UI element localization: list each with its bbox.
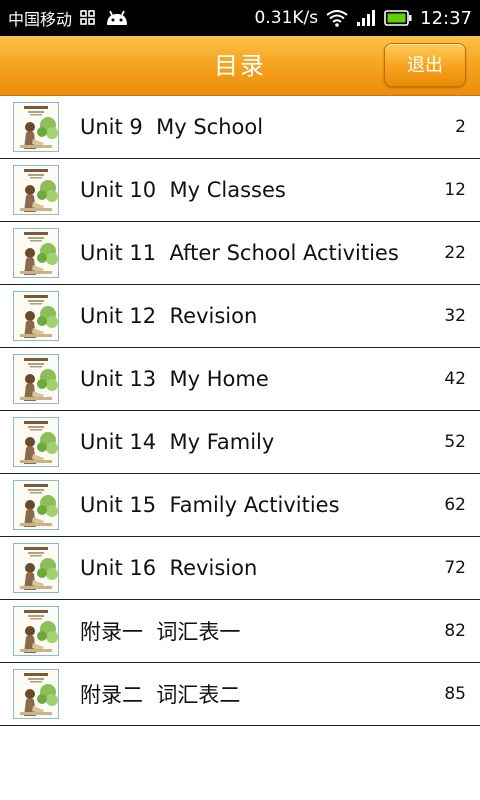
toc-list-item[interactable]: 附录一 词汇表一 82: [0, 600, 480, 663]
toc-item-page-number: 82: [444, 621, 466, 641]
title-bar: 目录 退出: [0, 36, 480, 96]
book-cover-thumbnail: [13, 417, 59, 467]
toc-item-page-number: 42: [444, 369, 466, 389]
signal-icon: [356, 9, 376, 27]
toc-item-title: 附录二 词汇表二: [80, 683, 241, 707]
toc-item-page-number: 22: [444, 243, 466, 263]
carrier-name: 中国移动: [8, 10, 73, 29]
book-cover-thumbnail: [13, 480, 59, 530]
toc-item-page-number: 72: [444, 558, 466, 578]
toc-item-title: 附录一 词汇表一: [80, 620, 241, 644]
exit-button[interactable]: 退出: [384, 43, 466, 87]
toc-item-title: Unit 12 Revision: [80, 304, 258, 328]
toc-item-page-number: 32: [444, 306, 466, 326]
status-bar: 中国移动 0.31K/s 12:37: [0, 0, 480, 36]
book-cover-thumbnail: [13, 354, 59, 404]
toc-item-title: Unit 16 Revision: [80, 556, 258, 580]
toc-item-page-number: 2: [455, 117, 466, 137]
toc-list-item[interactable]: Unit 13 My Home 42: [0, 348, 480, 411]
toc-list-item[interactable]: 附录二 词汇表二 85: [0, 663, 480, 726]
book-cover-thumbnail: [13, 291, 59, 341]
wifi-icon: [326, 9, 348, 27]
book-cover-thumbnail: [13, 669, 59, 719]
toc-list-item[interactable]: Unit 11 After School Activities 22: [0, 222, 480, 285]
clock: 12:37: [420, 7, 472, 29]
network-speed: 0.31K/s: [254, 8, 319, 28]
battery-icon: [384, 10, 412, 26]
toc-item-title: Unit 13 My Home: [80, 367, 269, 391]
book-cover-thumbnail: [13, 228, 59, 278]
toc-item-page-number: 12: [444, 180, 466, 200]
toc-item-title: Unit 9 My School: [80, 115, 264, 139]
toc-item-page-number: 62: [444, 495, 466, 515]
toc-item-page-number: 52: [444, 432, 466, 452]
toc-list-item[interactable]: Unit 12 Revision 32: [0, 285, 480, 348]
toc-item-page-number: 85: [444, 684, 466, 704]
toc-list-item[interactable]: Unit 9 My School 2: [0, 96, 480, 159]
book-cover-thumbnail: [13, 606, 59, 656]
toc-list: Unit 9 My School 2 Unit 10 My Classes 12: [0, 96, 480, 726]
toc-list-item[interactable]: Unit 16 Revision 72: [0, 537, 480, 600]
gallery-icon: [80, 10, 96, 26]
toc-item-title: Unit 14 My Family: [80, 430, 275, 454]
toc-list-item[interactable]: Unit 14 My Family 52: [0, 411, 480, 474]
book-cover-thumbnail: [13, 102, 59, 152]
toc-item-title: Unit 10 My Classes: [80, 178, 286, 202]
toc-item-title: Unit 11 After School Activities: [80, 241, 399, 265]
toc-item-title: Unit 15 Family Activities: [80, 493, 340, 517]
toc-list-item[interactable]: Unit 15 Family Activities 62: [0, 474, 480, 537]
android-icon: [104, 8, 130, 28]
book-cover-thumbnail: [13, 165, 59, 215]
book-cover-thumbnail: [13, 543, 59, 593]
toc-list-item[interactable]: Unit 10 My Classes 12: [0, 159, 480, 222]
